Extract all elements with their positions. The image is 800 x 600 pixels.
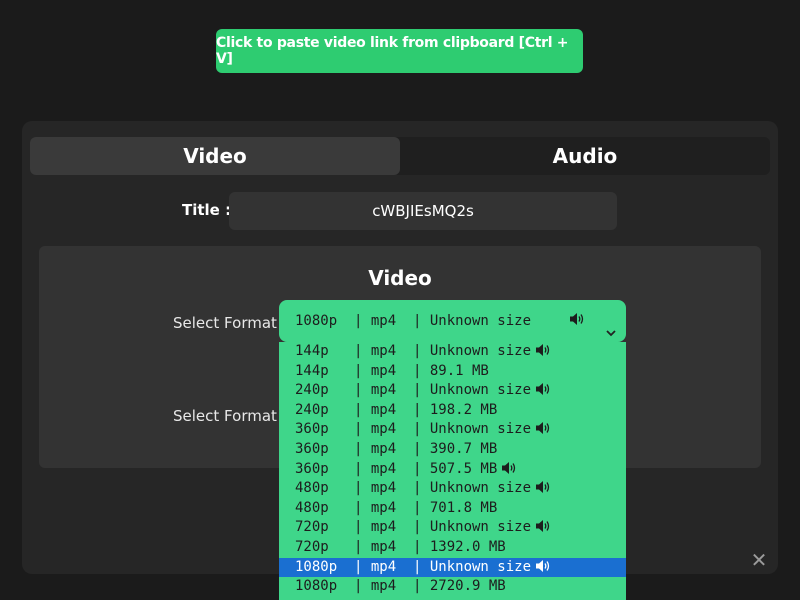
format-option[interactable]: 1080p | mp4 | 2720.9 MB: [279, 577, 626, 597]
format-option-text: 144p | mp4 | 89.1 MB: [295, 362, 489, 379]
speaker-icon: [535, 519, 551, 540]
title-label: Title :: [182, 201, 232, 219]
format-option[interactable]: 1080p | mp4 | Unknown size: [279, 557, 626, 580]
close-icon[interactable]: ✕: [750, 550, 768, 570]
speaker-icon: [535, 421, 551, 442]
format-option-text: 360p | mp4 | Unknown size: [295, 421, 532, 438]
format-option[interactable]: 240p | mp4 | Unknown size: [279, 381, 626, 401]
format-option[interactable]: 480p | mp4 | Unknown size: [279, 479, 626, 499]
speaker-icon: [535, 559, 551, 580]
format-option[interactable]: 360p | mp4 | 390.7 MB: [279, 440, 626, 460]
format-option[interactable]: 144p | mp4 | Unknown size: [279, 342, 626, 362]
media-tabs: Video Audio: [30, 137, 770, 175]
format-option-text: 1080p | mp4 | Unknown size: [295, 558, 532, 575]
speaker-icon: [535, 343, 551, 364]
format-option-text: 720p | mp4 | Unknown size: [295, 519, 532, 536]
format-option[interactable]: 144p | mp4 | 89.1 MB: [279, 362, 626, 382]
format-option[interactable]: 720p | mp4 | 1392.0 MB: [279, 538, 626, 558]
video-section-heading: Video: [368, 266, 432, 290]
format-option[interactable]: 240p | mp4 | 198.2 MB: [279, 401, 626, 421]
title-field[interactable]: cWBJIEsMQ2s: [229, 192, 617, 230]
format-option-text: 240p | mp4 | 198.2 MB: [295, 401, 498, 418]
speaker-icon: [535, 480, 551, 501]
format-option[interactable]: 360p | mp4 | 507.5 MB: [279, 460, 626, 480]
speaker-icon: [535, 382, 551, 403]
select-format-label-2: Select Format: [173, 407, 277, 425]
format-dropdown-list: 144p | mp4 | Unknown size 144p | mp4 | 89…: [279, 342, 626, 600]
tab-video[interactable]: Video: [30, 137, 400, 175]
format-option-text: 144p | mp4 | Unknown size: [295, 343, 532, 359]
format-option-text: 1080p | mp4 | 2720.9 MB: [295, 578, 506, 595]
format-option-text: 360p | mp4 | 390.7 MB: [295, 440, 498, 457]
tab-audio[interactable]: Audio: [400, 137, 770, 175]
format-option[interactable]: 360p | mp4 | Unknown size: [279, 420, 626, 440]
format-select[interactable]: 1080p | mp4 | Unknown size: [279, 300, 626, 342]
format-option-text: 720p | mp4 | 1392.0 MB: [295, 538, 506, 555]
paste-link-button[interactable]: Click to paste video link from clipboard…: [216, 29, 583, 73]
format-option-text: 240p | mp4 | Unknown size: [295, 382, 532, 399]
format-option[interactable]: 720p | mp4 | Unknown size: [279, 518, 626, 538]
format-option[interactable]: 480p | mp4 | 701.8 MB: [279, 499, 626, 519]
select-format-label: Select Format: [173, 314, 277, 332]
format-option-text: 480p | mp4 | Unknown size: [295, 480, 532, 497]
format-option-text: 480p | mp4 | 701.8 MB: [295, 499, 498, 516]
speaker-icon: [501, 461, 517, 482]
format-select-value: 1080p | mp4 | Unknown size: [295, 313, 532, 329]
format-option-text: 360p | mp4 | 507.5 MB: [295, 460, 498, 477]
